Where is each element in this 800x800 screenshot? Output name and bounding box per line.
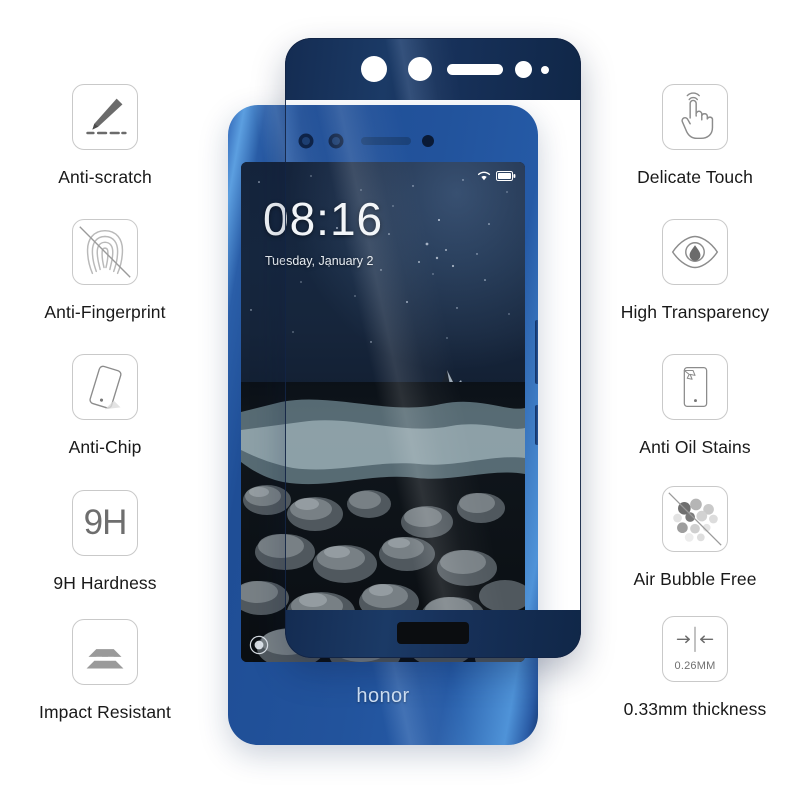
left-feature-column: Anti-scratch Anti-Fingerprint Anti-Chip … [0, 0, 230, 800]
hardness-9h-icon: 9H [72, 490, 138, 556]
impact-layers-icon [72, 619, 138, 685]
phone-brand-logo: honor [356, 685, 410, 707]
fingerprint-crossed-icon [72, 219, 138, 285]
feature-9h-hardness: 9H 9H Hardness [0, 490, 220, 594]
glass-gloss-highlight [285, 38, 581, 100]
right-feature-column: Delicate Touch High Transparency Anti Oi… [570, 0, 800, 800]
feature-impact-resistant: Impact Resistant [0, 619, 220, 723]
hardness-value: 9H [83, 503, 128, 542]
tempered-glass-overlay [285, 38, 581, 658]
feature-high-transparency: High Transparency [580, 219, 800, 323]
voice-assistant-icon[interactable] [249, 635, 269, 655]
feature-label: 9H Hardness [53, 573, 157, 593]
proximity-sensor-cutout [515, 61, 532, 78]
eye-icon [662, 219, 728, 285]
feature-label: 0.33mm thickness [623, 699, 767, 719]
glass-bottom-band [285, 610, 581, 658]
feature-anti-chip: Anti-Chip [0, 354, 220, 458]
feature-delicate-touch: Delicate Touch [580, 84, 800, 188]
feature-label: Air Bubble Free [633, 569, 757, 589]
feature-label: Anti-Fingerprint [44, 302, 166, 322]
feature-label: Anti-Chip [68, 437, 142, 457]
earpiece-cutout [447, 64, 503, 75]
phone-tilted-icon [72, 354, 138, 420]
light-sensor-cutout [541, 66, 549, 74]
sensor-cutout [408, 57, 432, 81]
feature-label: High Transparency [620, 302, 770, 322]
camera-cutout [361, 56, 387, 82]
feature-thickness: 0.26MM 0.33mm thickness [580, 616, 800, 720]
phone-oil-stain-icon [662, 354, 728, 420]
home-button-cutout [397, 622, 469, 644]
phone-with-screen-protector: 08:16 Tuesday, January 2 honor [228, 38, 581, 745]
feature-label: Impact Resistant [39, 702, 171, 722]
feature-anti-scratch: Anti-scratch [0, 84, 220, 188]
feature-anti-oil-stains: Anti Oil Stains [580, 354, 800, 458]
feature-air-bubble-free: Air Bubble Free [580, 486, 800, 590]
knife-scratch-icon [72, 84, 138, 150]
feature-label: Delicate Touch [637, 167, 753, 187]
thickness-arrows-icon: 0.26MM [662, 616, 728, 682]
thickness-measure-label: 0.26MM [674, 660, 716, 672]
bubbles-crossed-icon [662, 486, 728, 552]
feature-anti-fingerprint: Anti-Fingerprint [0, 219, 220, 323]
hand-tap-icon [662, 84, 728, 150]
product-feature-graphic: 08:16 Tuesday, January 2 honor [0, 0, 800, 800]
feature-label: Anti Oil Stains [639, 437, 751, 457]
feature-label: Anti-scratch [58, 167, 152, 187]
glass-clear-area [285, 100, 581, 610]
